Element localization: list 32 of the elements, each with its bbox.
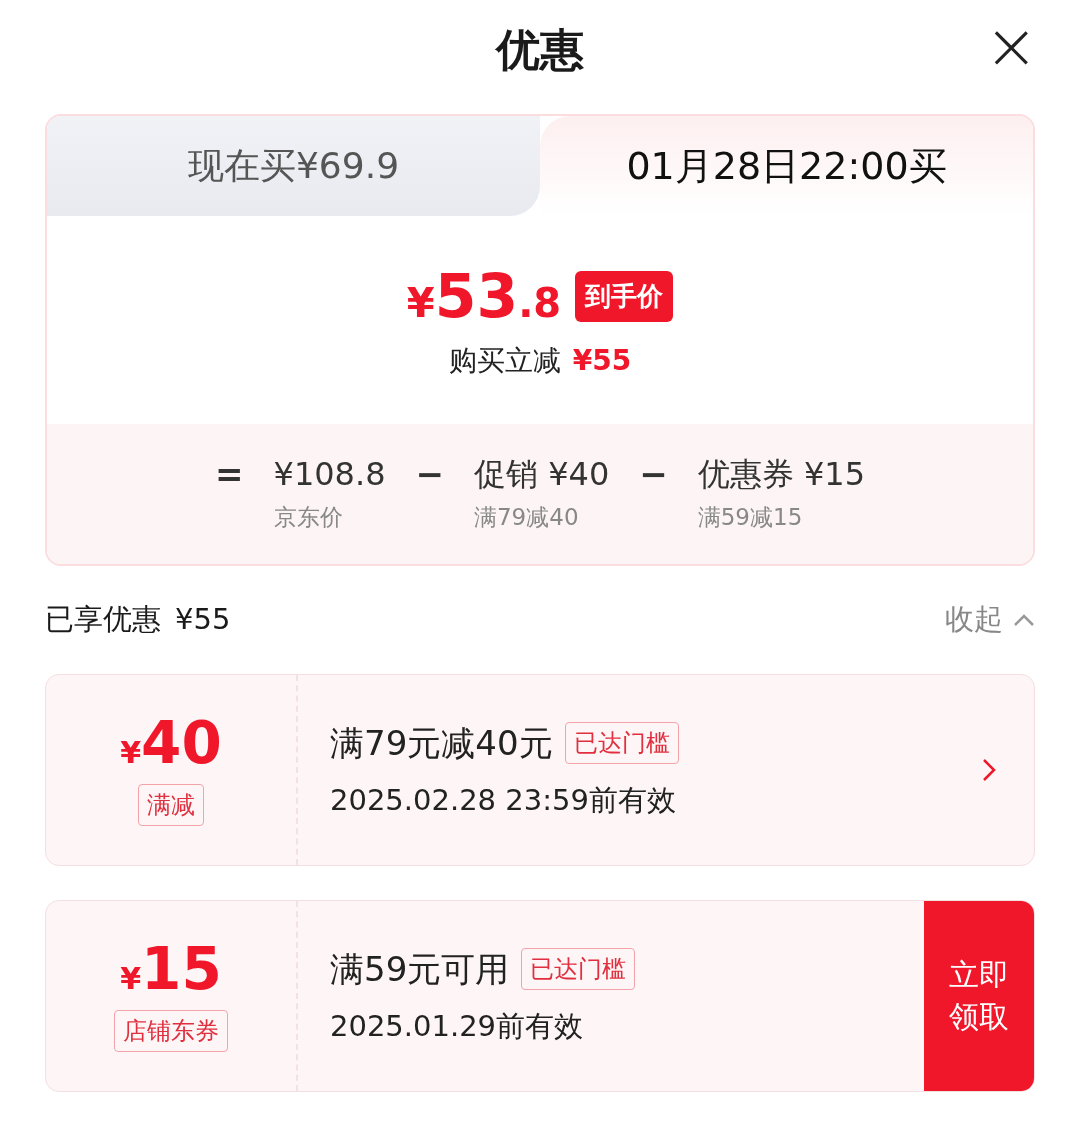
price-badge: 到手价	[575, 270, 674, 322]
operator-sign: =	[215, 453, 244, 496]
breakdown-note: 满79减40	[474, 503, 580, 532]
operator-sign: −	[415, 453, 444, 496]
sheet-title: 优惠	[496, 23, 584, 77]
chevron-up-icon	[1013, 613, 1035, 627]
final-price: ¥53.8	[406, 266, 562, 326]
breakdown-value: 优惠券 ¥15	[697, 454, 865, 495]
coupon-amount: ¥15	[120, 940, 222, 998]
threshold-tag: 已达门槛	[521, 948, 636, 991]
breakdown-value: ¥108.8	[273, 454, 386, 495]
saving-label: 购买立减	[448, 343, 561, 379]
tab[interactable]: 现在买¥69.9	[47, 116, 540, 216]
breakdown-note: 京东价	[273, 503, 344, 532]
breakdown-value: 促销 ¥40	[474, 454, 610, 495]
operator-sign: −	[639, 453, 668, 496]
coupon-amount: ¥40	[120, 714, 222, 772]
summary-value: ¥55	[175, 601, 231, 639]
threshold-tag: 已达门槛	[564, 722, 679, 765]
coupon-title: 满79元减40元	[330, 721, 553, 765]
coupon-type-tag: 店铺东券	[114, 1010, 228, 1052]
collapse-toggle[interactable]: 收起	[945, 598, 1035, 642]
chevron-right-icon[interactable]	[982, 758, 996, 782]
coupon-title: 满59元可用	[330, 947, 510, 991]
coupon-type-tag: 满减	[138, 784, 204, 826]
summary-label: 已享优惠	[45, 601, 161, 639]
claim-button[interactable]: 立即领取	[924, 901, 1034, 1091]
breakdown-note: 满59减15	[697, 503, 804, 532]
saving-value: ¥55	[572, 343, 632, 379]
coupon-validity: 2025.01.29前有效	[330, 1007, 585, 1045]
coupon-validity: 2025.02.28 23:59前有效	[330, 781, 677, 819]
close-button[interactable]: ×	[984, 14, 1038, 78]
